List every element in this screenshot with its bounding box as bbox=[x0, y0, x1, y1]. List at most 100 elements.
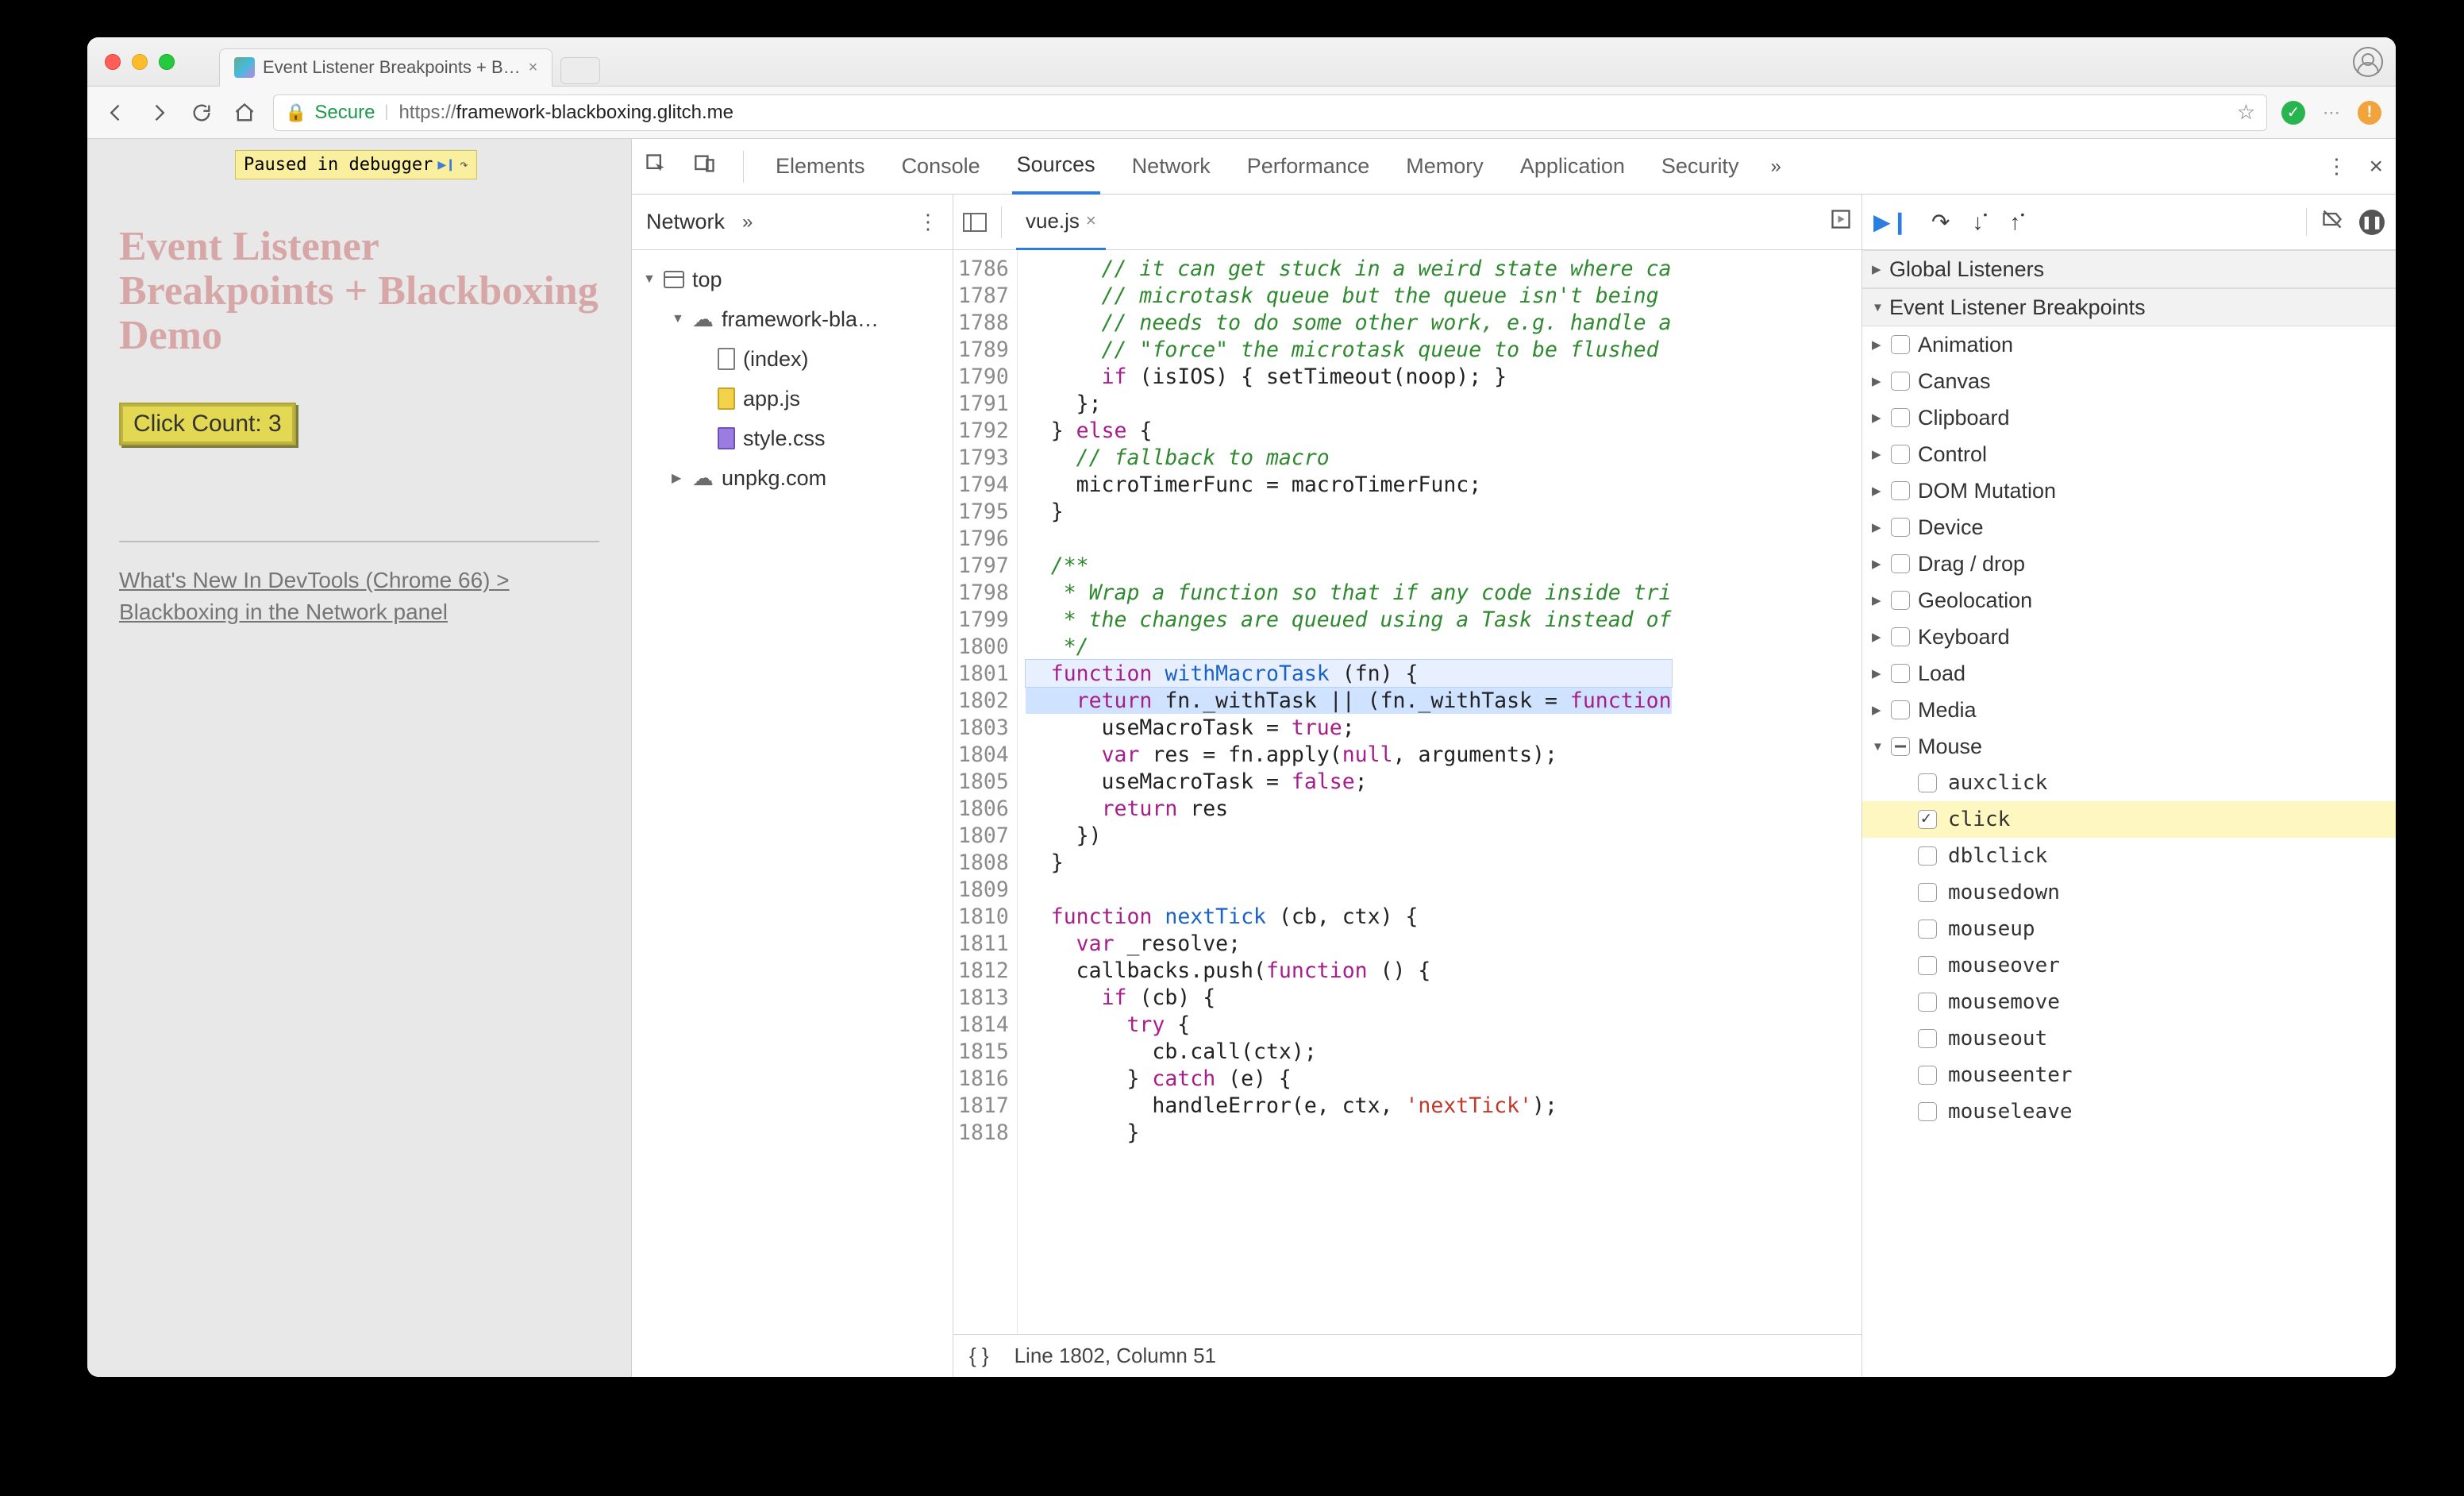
close-window-button[interactable] bbox=[105, 54, 121, 70]
panel-security[interactable]: Security bbox=[1657, 139, 1744, 195]
category-dom-mutation[interactable]: ▶DOM Mutation bbox=[1862, 472, 2396, 509]
event-mouseout[interactable]: mouseout bbox=[1862, 1020, 2396, 1057]
event-mouseenter[interactable]: mouseenter bbox=[1862, 1057, 2396, 1093]
caret-down-icon[interactable]: ▼ bbox=[643, 272, 656, 287]
bookmark-icon[interactable]: ☆ bbox=[2237, 100, 2255, 125]
source-code[interactable]: // it can get stuck in a weird state whe… bbox=[1018, 250, 1672, 1334]
caret-right-icon[interactable]: ▶ bbox=[1872, 484, 1883, 498]
pause-on-exceptions-button[interactable]: ❚❚ bbox=[2359, 210, 2385, 235]
checkbox[interactable] bbox=[1891, 700, 1910, 719]
line-gutter[interactable]: 1786178717881789179017911792179317941795… bbox=[953, 250, 1018, 1334]
device-toggle-icon[interactable] bbox=[694, 152, 716, 180]
caret-right-icon[interactable]: ▶ bbox=[672, 470, 684, 486]
checkbox[interactable] bbox=[1918, 956, 1937, 975]
extension-checkmark-icon[interactable] bbox=[2281, 101, 2305, 125]
tree-origin-unpkg[interactable]: ▶ ☁ unpkg.com bbox=[632, 458, 953, 498]
resume-button[interactable]: ▶❙ bbox=[1873, 209, 1909, 235]
checkbox[interactable] bbox=[1891, 408, 1910, 427]
checkbox[interactable] bbox=[1918, 846, 1937, 866]
checkbox[interactable] bbox=[1891, 372, 1910, 391]
checkbox[interactable] bbox=[1918, 883, 1937, 902]
caret-down-icon[interactable]: ▼ bbox=[672, 312, 684, 326]
section-event-listener-breakpoints[interactable]: ▼ Event Listener Breakpoints bbox=[1862, 288, 2396, 326]
checkbox[interactable] bbox=[1891, 591, 1910, 610]
caret-right-icon[interactable]: ▶ bbox=[1872, 411, 1883, 425]
event-mouseover[interactable]: mouseover bbox=[1862, 947, 2396, 984]
back-button[interactable] bbox=[102, 102, 130, 124]
checkbox[interactable] bbox=[1891, 664, 1910, 683]
caret-right-icon[interactable]: ▶ bbox=[1872, 262, 1883, 276]
toggle-navigator-icon[interactable] bbox=[963, 213, 987, 232]
more-panels-icon[interactable]: » bbox=[1770, 156, 1781, 178]
devtools-menu-icon[interactable]: ⋮ bbox=[2326, 154, 2347, 179]
caret-right-icon[interactable]: ▶ bbox=[1872, 447, 1883, 461]
home-button[interactable] bbox=[230, 102, 259, 124]
tree-file-index[interactable]: (index) bbox=[632, 339, 953, 379]
checkbox[interactable] bbox=[1918, 773, 1937, 792]
step-over-button[interactable]: ↷ bbox=[1931, 209, 1950, 235]
new-tab-button[interactable] bbox=[560, 57, 600, 84]
category-device[interactable]: ▶Device bbox=[1862, 509, 2396, 546]
fullscreen-window-button[interactable] bbox=[159, 54, 175, 70]
checkbox[interactable] bbox=[1891, 335, 1910, 354]
event-mouseup[interactable]: mouseup bbox=[1862, 911, 2396, 947]
step-into-button[interactable]: ↓• bbox=[1972, 210, 1987, 235]
panel-network[interactable]: Network bbox=[1127, 139, 1215, 195]
panel-console[interactable]: Console bbox=[897, 139, 985, 195]
caret-right-icon[interactable]: ▶ bbox=[1872, 666, 1883, 681]
run-snippet-icon[interactable] bbox=[1830, 208, 1852, 236]
caret-right-icon[interactable]: ▶ bbox=[1872, 557, 1883, 571]
category-media[interactable]: ▶Media bbox=[1862, 692, 2396, 728]
caret-down-icon[interactable]: ▼ bbox=[1872, 740, 1883, 754]
tree-file-appjs[interactable]: app.js bbox=[632, 379, 953, 418]
step-out-button[interactable]: ↑• bbox=[2009, 210, 2024, 235]
inspect-icon[interactable] bbox=[645, 152, 667, 180]
checkbox[interactable] bbox=[1891, 445, 1910, 464]
close-editor-tab-icon[interactable]: × bbox=[1086, 210, 1096, 231]
caret-right-icon[interactable]: ▶ bbox=[1872, 374, 1883, 388]
reload-button[interactable] bbox=[187, 102, 216, 124]
panel-sources[interactable]: Sources bbox=[1012, 139, 1100, 195]
forward-button[interactable] bbox=[144, 102, 173, 124]
event-mousedown[interactable]: mousedown bbox=[1862, 874, 2396, 911]
caret-right-icon[interactable]: ▶ bbox=[1872, 520, 1883, 534]
checkbox[interactable] bbox=[1891, 554, 1910, 573]
event-mousemove[interactable]: mousemove bbox=[1862, 984, 2396, 1020]
category-geolocation[interactable]: ▶Geolocation bbox=[1862, 582, 2396, 619]
checkbox[interactable] bbox=[1918, 1029, 1937, 1048]
deactivate-breakpoints-button[interactable] bbox=[2321, 208, 2343, 236]
profile-icon[interactable] bbox=[2353, 47, 2383, 77]
checkbox[interactable] bbox=[1891, 518, 1910, 537]
editor-tab-vuejs[interactable]: vue.js × bbox=[1016, 195, 1106, 250]
address-bar[interactable]: 🔒 Secure │ https://framework-blackboxing… bbox=[273, 94, 2267, 131]
category-drag-drop[interactable]: ▶Drag / drop bbox=[1862, 546, 2396, 582]
click-count-button[interactable]: Click Count: 3 bbox=[119, 403, 296, 445]
event-mouseleave[interactable]: mouseleave bbox=[1862, 1093, 2396, 1130]
navigator-menu-icon[interactable]: ⋮ bbox=[918, 210, 938, 234]
pretty-print-icon[interactable]: { } bbox=[969, 1344, 989, 1368]
caret-right-icon[interactable]: ▶ bbox=[1872, 593, 1883, 607]
footer-link[interactable]: What's New In DevTools (Chrome 66) > Bla… bbox=[119, 565, 599, 628]
checkbox[interactable] bbox=[1918, 1066, 1937, 1085]
caret-right-icon[interactable]: ▶ bbox=[1872, 703, 1883, 717]
navigator-tab-network[interactable]: Network bbox=[646, 210, 725, 234]
caret-right-icon[interactable]: ▶ bbox=[1872, 337, 1883, 352]
tree-file-stylecss[interactable]: style.css bbox=[632, 418, 953, 458]
checkbox[interactable] bbox=[1918, 1102, 1937, 1121]
browser-tab[interactable]: Event Listener Breakpoints + B… × bbox=[219, 48, 552, 87]
category-canvas[interactable]: ▶Canvas bbox=[1862, 363, 2396, 399]
overlay-step-icon[interactable]: ↷ bbox=[460, 156, 468, 173]
close-tab-icon[interactable]: × bbox=[529, 59, 538, 77]
checkbox[interactable] bbox=[1918, 810, 1937, 829]
checkbox[interactable] bbox=[1891, 627, 1910, 646]
navigator-more-tabs-icon[interactable]: » bbox=[742, 211, 753, 233]
panel-memory[interactable]: Memory bbox=[1401, 139, 1488, 195]
caret-right-icon[interactable]: ▶ bbox=[1872, 630, 1883, 644]
category-animation[interactable]: ▶Animation bbox=[1862, 326, 2396, 363]
event-auxclick[interactable]: auxclick bbox=[1862, 765, 2396, 801]
category-clipboard[interactable]: ▶Clipboard bbox=[1862, 399, 2396, 436]
checkbox[interactable] bbox=[1891, 481, 1910, 500]
devtools-close-icon[interactable]: × bbox=[2369, 153, 2383, 180]
section-global-listeners[interactable]: ▶ Global Listeners bbox=[1862, 250, 2396, 288]
panel-elements[interactable]: Elements bbox=[771, 139, 870, 195]
